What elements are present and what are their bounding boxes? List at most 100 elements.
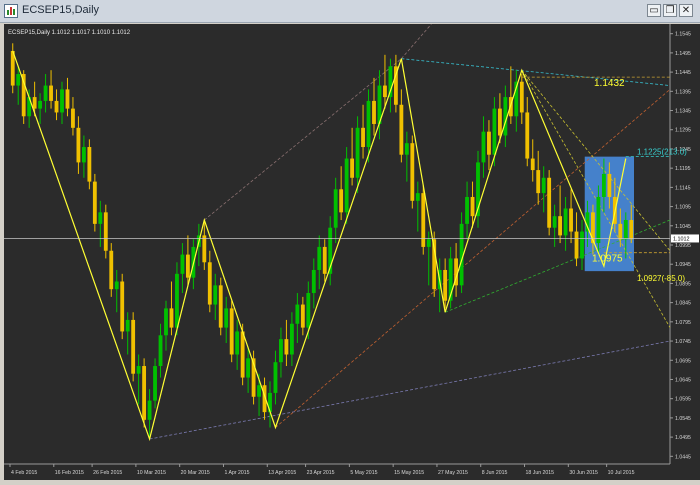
candle-body [366,100,371,148]
label-0975: 1.0975 [592,254,623,265]
candle-body [333,189,338,228]
candle-body [541,177,546,194]
chart-window-icon [4,4,18,18]
candle-body [164,308,168,336]
candle-body [54,100,59,113]
y-tick-label: 1.1095 [675,205,691,211]
restore-button[interactable]: ❐ [663,4,677,17]
candle-body [284,339,289,355]
candle-body [558,216,563,236]
y-tick-label: 1.0595 [675,397,691,403]
y-tick-label: 1.0845 [675,301,691,307]
candle-body [569,208,573,232]
candle-body [279,339,283,363]
x-tick-label: 15 May 2015 [394,470,424,476]
candle-body [525,112,530,159]
candle-body [218,285,223,328]
candle-body [383,85,387,98]
candle-body [361,127,365,148]
y-tick-label: 1.1445 [675,70,691,76]
x-tick-label: 23 Apr 2015 [307,470,335,476]
x-tick-label: 30 Jun 2015 [569,470,598,476]
y-tick-label: 1.1295 [675,128,691,134]
candle-body [300,304,305,328]
candle-body [372,100,376,124]
candle-body [426,239,431,247]
candle-body [519,81,524,113]
candle-body [295,304,300,324]
minimize-button[interactable]: ▭ [647,4,661,17]
candle-body [623,220,628,240]
candle-body [98,212,103,224]
candle-body [415,193,420,201]
y-tick-label: 1.0445 [675,454,691,460]
candle-body [355,127,360,178]
candle-body [443,269,448,301]
candle-body [601,173,606,197]
candle-body [180,254,185,274]
candle-body [618,223,623,240]
chart-ohlc-header: ECSEP15,Daily 1.1012 1.1017 1.1010 1.101… [8,30,131,36]
candle-body [153,366,157,401]
candle-body [109,250,114,290]
candle-body [76,127,81,163]
candle-body [322,246,327,274]
candle-body [629,220,634,240]
candle-body [131,319,136,374]
candle-body [43,85,48,101]
candle-body [185,254,190,278]
close-button[interactable]: ✕ [679,4,693,17]
candle-body [552,216,557,228]
x-tick-label: 20 Mar 2015 [181,470,210,476]
candle-body [240,331,245,378]
candle-body [273,362,278,393]
label-1432: 1.1432 [594,78,625,89]
y-tick-label: 1.0545 [675,416,691,422]
candle-body [81,147,86,163]
price-chart[interactable]: ECSEP15,Daily 1.1012 1.1017 1.1010 1.101… [4,23,700,480]
candle-body [65,89,70,109]
candle-body [169,308,174,328]
candle-body [492,108,497,155]
candle-body [574,231,579,259]
current-price-label: 1.1012 [673,236,690,242]
x-tick-label: 13 Apr 2015 [268,470,296,476]
window-titlebar: ECSEP15,Daily ▭ ❐ ✕ [0,0,700,23]
candle-body [311,269,316,294]
chart-area[interactable]: ECSEP15,Daily 1.1012 1.1017 1.1010 1.101… [4,23,700,480]
x-tick-label: 1 Apr 2015 [224,470,249,476]
candle-body [207,262,212,305]
y-tick-label: 1.0645 [675,377,691,383]
x-tick-label: 16 Feb 2015 [55,470,84,476]
candle-body [607,173,612,197]
label-1225: 1.1225(213.0) [637,148,687,157]
candle-body [306,293,311,328]
candle-body [580,231,584,259]
candle-body [563,208,568,236]
candle-body [103,212,108,251]
candle-body [596,196,601,244]
x-tick-label: 26 Feb 2015 [93,470,122,476]
y-tick-label: 1.1145 [675,185,691,191]
candle-body [536,170,541,194]
candle-body [175,273,179,328]
candle-body [465,196,469,224]
x-tick-label: 10 Jul 2015 [608,470,635,476]
x-tick-label: 10 Mar 2015 [137,470,166,476]
bottom-strip [0,480,700,485]
candle-body [229,308,234,355]
candle-body [49,85,53,101]
candle-body [202,235,207,263]
candle-body [317,246,322,270]
candle-body [147,400,152,420]
candle-body [350,158,355,178]
candle-body [246,358,251,378]
y-tick-label: 1.0745 [675,339,691,345]
x-tick-label: 18 Jun 2015 [526,470,555,476]
window-title: ECSEP15,Daily [22,4,100,16]
candle-body [38,100,43,109]
candle-body [530,158,535,171]
candle-body [16,74,21,86]
y-tick-label: 1.1495 [675,51,691,57]
candle-body [257,385,261,397]
